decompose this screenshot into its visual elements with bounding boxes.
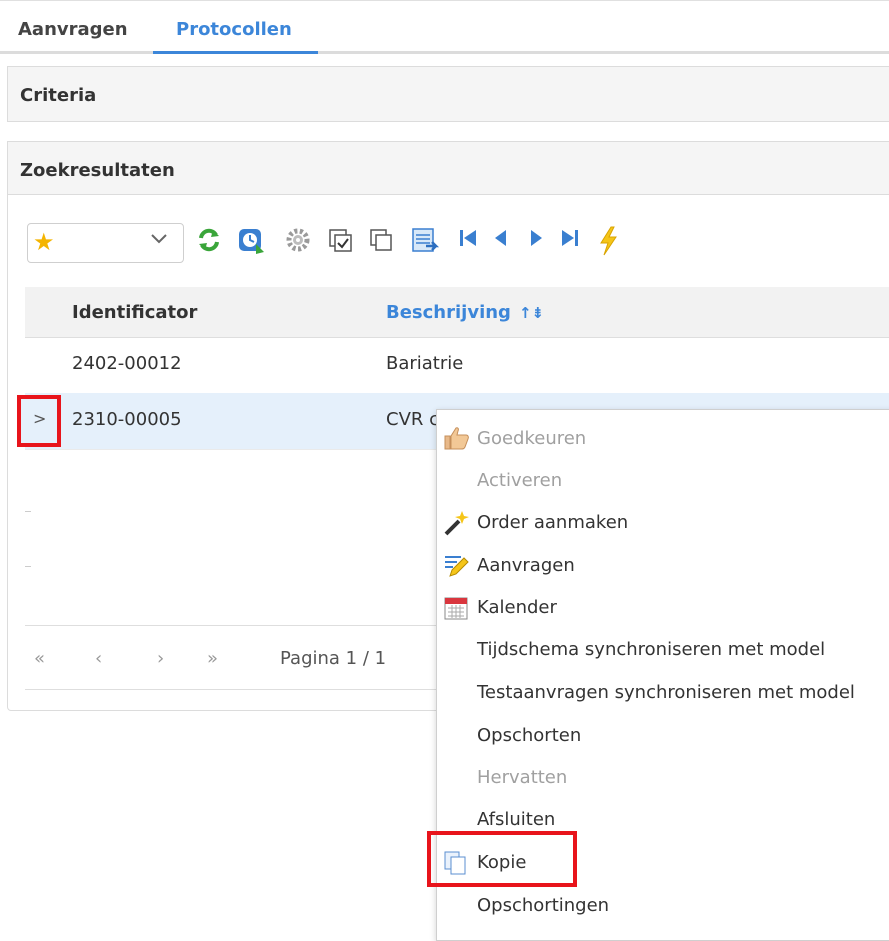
criteria-panel-header[interactable]: Criteria bbox=[7, 66, 889, 122]
menu-item-opschorten[interactable]: Opschorten bbox=[437, 715, 889, 757]
menu-item-label: Testaanvragen synchroniseren met model bbox=[477, 682, 855, 703]
tab-bar: Aanvragen Protocollen bbox=[0, 0, 889, 55]
menu-item-label: Opschortingen bbox=[477, 895, 610, 916]
menu-item-hervatten[interactable]: Hervatten bbox=[437, 757, 889, 799]
cell-identificator: 2402-00012 bbox=[72, 353, 182, 374]
lightning-icon[interactable] bbox=[593, 226, 623, 256]
active-tab-indicator bbox=[153, 51, 318, 54]
menu-item-label: Goedkeuren bbox=[477, 428, 587, 449]
criteria-title: Criteria bbox=[20, 85, 97, 106]
column-header-beschrijving[interactable]: Beschrijving ↑⇟ bbox=[386, 302, 544, 323]
pager-text: Pagina 1 / 1 bbox=[280, 648, 387, 669]
menu-item-opschortingen[interactable]: Opschortingen bbox=[437, 885, 889, 927]
pager-previous-button[interactable]: ‹ bbox=[95, 648, 102, 669]
row-divider bbox=[25, 511, 31, 512]
schedule-icon[interactable] bbox=[236, 226, 266, 256]
pager-next-button[interactable]: › bbox=[157, 648, 164, 669]
menu-item-order-aanmaken[interactable]: Order aanmaken bbox=[437, 502, 889, 544]
column-header-beschrijving-label: Beschrijving bbox=[386, 302, 511, 323]
copy-icon[interactable] bbox=[366, 226, 396, 256]
menu-item-aanvragen[interactable]: Aanvragen bbox=[437, 545, 889, 587]
kopie-highlight-box bbox=[427, 831, 577, 887]
refresh-icon[interactable] bbox=[194, 226, 224, 256]
tab-protocollen[interactable]: Protocollen bbox=[176, 19, 292, 40]
star-icon: ★ bbox=[33, 228, 55, 256]
menu-item-label: Aanvragen bbox=[477, 555, 575, 576]
pager-last-button[interactable]: » bbox=[207, 648, 218, 669]
magic-wand-icon bbox=[441, 509, 471, 537]
menu-item-label: Activeren bbox=[477, 470, 563, 491]
menu-item-tijdschema-synchroniseren[interactable]: Tijdschema synchroniseren met model bbox=[437, 629, 889, 671]
menu-item-label: Afsluiten bbox=[477, 809, 556, 830]
last-page-icon[interactable] bbox=[555, 226, 585, 256]
menu-item-goedkeuren[interactable]: Goedkeuren bbox=[437, 418, 889, 460]
menu-item-testaanvragen-synchroniseren[interactable]: Testaanvragen synchroniseren met model bbox=[437, 672, 889, 714]
favorites-dropdown[interactable]: ★ bbox=[27, 223, 184, 263]
sort-ascending-icon: ↑⇟ bbox=[518, 304, 545, 322]
pen-form-icon bbox=[441, 552, 471, 580]
menu-item-kalender[interactable]: Kalender bbox=[437, 587, 889, 629]
previous-page-icon[interactable] bbox=[486, 226, 516, 256]
settings-icon[interactable] bbox=[283, 226, 313, 256]
grid-header: Identificator Beschrijving ↑⇟ bbox=[25, 287, 889, 338]
column-header-identificator[interactable]: Identificator bbox=[72, 302, 197, 323]
menu-item-label: Kalender bbox=[477, 597, 557, 618]
results-panel-header[interactable]: Zoekresultaten bbox=[7, 141, 889, 195]
select-all-icon[interactable] bbox=[325, 226, 355, 256]
table-row[interactable]: 2402-00012 Bariatrie bbox=[25, 337, 889, 394]
menu-item-activeren[interactable]: Activeren bbox=[437, 460, 889, 502]
tab-divider bbox=[0, 51, 889, 54]
first-page-icon[interactable] bbox=[453, 226, 483, 256]
menu-item-label: Hervatten bbox=[477, 767, 568, 788]
row-expander-button[interactable]: > bbox=[17, 395, 61, 447]
cell-beschrijving: Bariatrie bbox=[386, 353, 464, 374]
cell-identificator: 2310-00005 bbox=[72, 409, 182, 430]
cell-beschrijving: CVR c bbox=[386, 409, 440, 430]
thumbs-up-icon bbox=[441, 425, 471, 453]
menu-item-label: Tijdschema synchroniseren met model bbox=[477, 639, 826, 660]
export-icon[interactable] bbox=[410, 226, 440, 256]
menu-item-label: Order aanmaken bbox=[477, 512, 629, 533]
results-title: Zoekresultaten bbox=[20, 160, 175, 181]
menu-item-label: Opschorten bbox=[477, 725, 582, 746]
next-page-icon[interactable] bbox=[521, 226, 551, 256]
expand-chevron-icon: > bbox=[33, 409, 47, 428]
pager-first-button[interactable]: « bbox=[34, 648, 45, 669]
tab-aanvragen[interactable]: Aanvragen bbox=[18, 19, 128, 40]
chevron-down-icon bbox=[150, 230, 168, 249]
calendar-icon bbox=[441, 594, 471, 622]
row-divider bbox=[25, 566, 31, 567]
